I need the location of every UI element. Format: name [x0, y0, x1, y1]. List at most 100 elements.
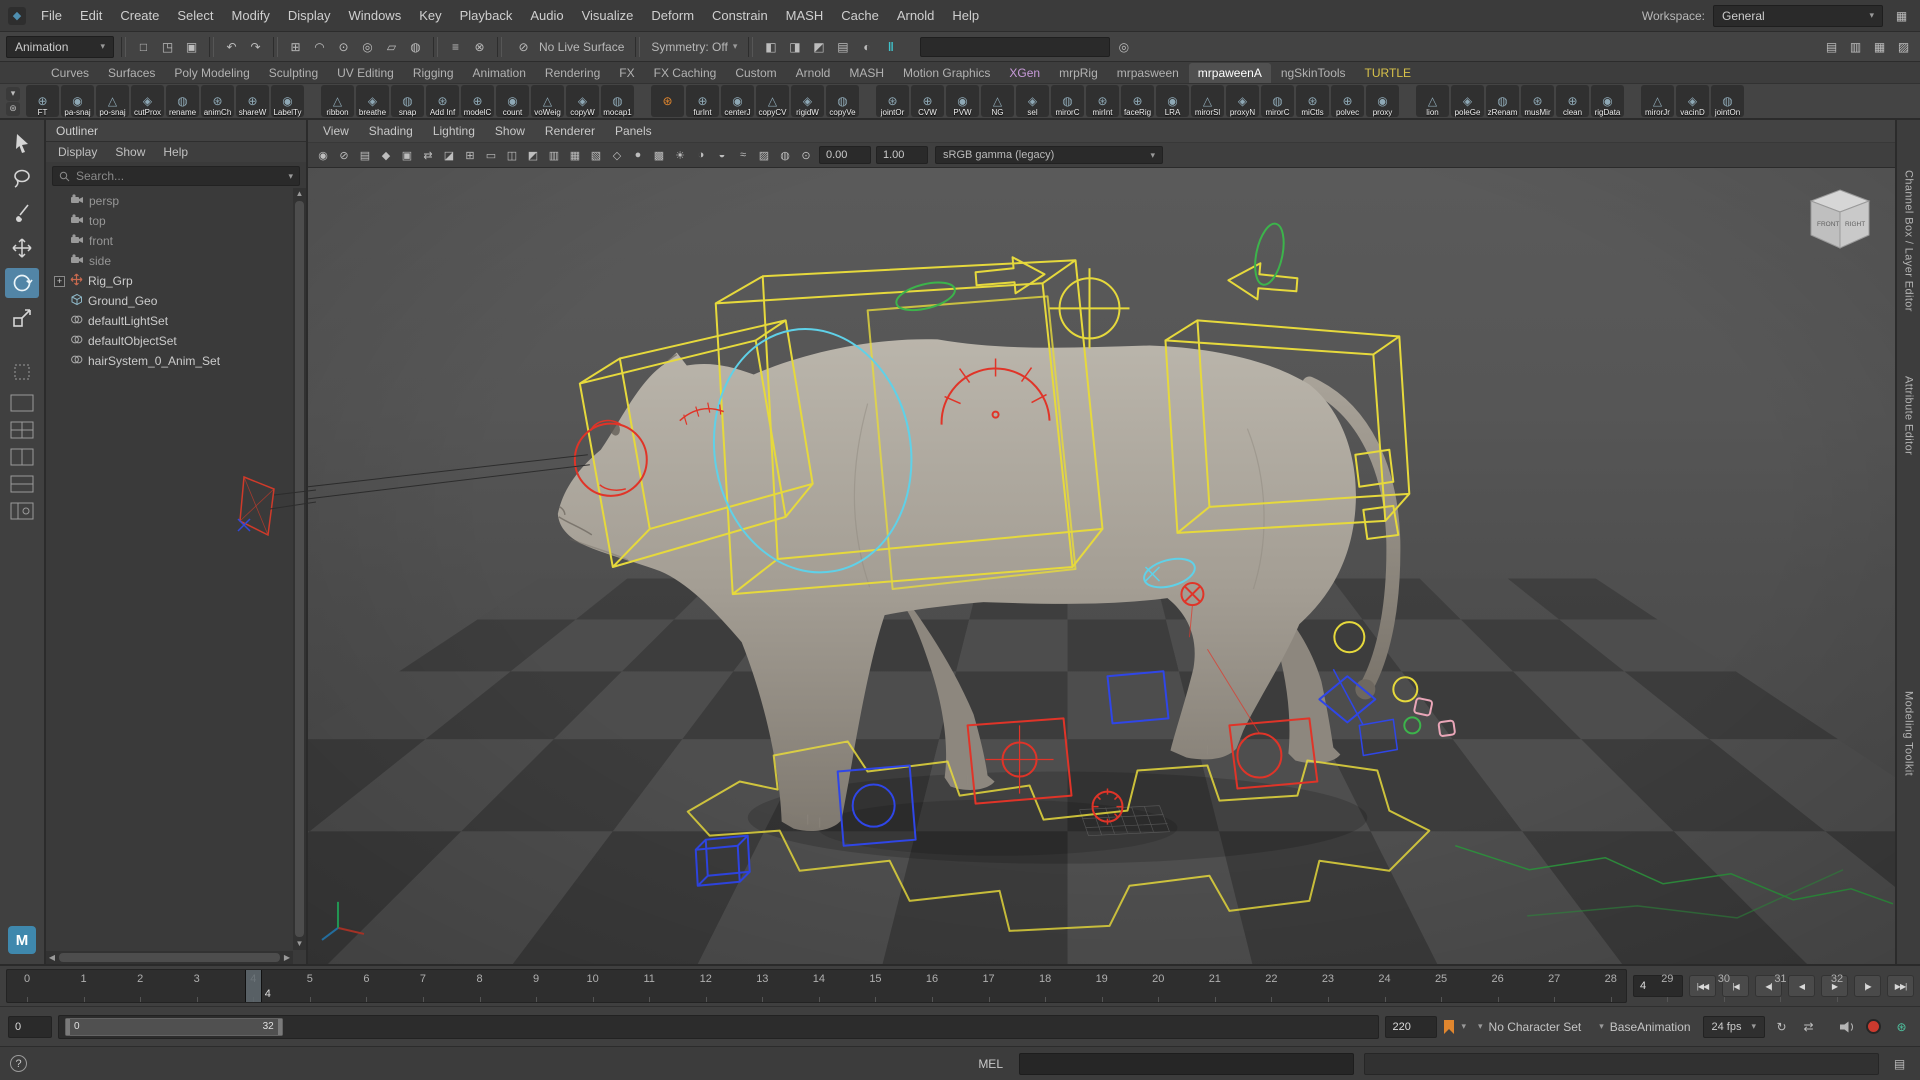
shelf-item-modelc[interactable]: ⊕modelC	[461, 85, 494, 117]
anim-layer-selector[interactable]: ▾ BaseAnimation	[1593, 1020, 1696, 1034]
last-tool-slot[interactable]	[5, 357, 39, 387]
shelf-item-animch[interactable]: ⊛animCh	[201, 85, 234, 117]
scroll-right-icon[interactable]: ▶	[281, 952, 293, 964]
redo-icon[interactable]: ↷	[245, 36, 266, 57]
shelf-item-labelty[interactable]: ◉LabelTy	[271, 85, 304, 117]
range-slider-bar[interactable]: 0 32	[65, 1018, 283, 1036]
shelf-item-zrenam[interactable]: ◍zRenam	[1486, 85, 1519, 117]
select-by-name-icon[interactable]: ◎	[1113, 36, 1134, 57]
shelf-item-swirl[interactable]: ⊛	[651, 85, 684, 117]
construction-history-icon[interactable]: ≡	[445, 36, 466, 57]
shelf-item-polvec[interactable]: ⊕polvec	[1331, 85, 1364, 117]
list-input-connections-icon[interactable]: ⊗	[469, 36, 490, 57]
viewport-menu-lighting[interactable]: Lighting	[424, 122, 484, 140]
shelf-item-mirorc[interactable]: ◍mirorC	[1261, 85, 1294, 117]
menu-create[interactable]: Create	[111, 4, 168, 27]
shelf-tab-menu-icon[interactable]: ▾	[6, 87, 20, 101]
select-by-name-input[interactable]	[920, 37, 1110, 57]
shelf-item-rigidw[interactable]: ◈rigidW	[791, 85, 824, 117]
toggle-attribute-editor-icon[interactable]: ▤	[1821, 36, 1842, 57]
grease-pencil-icon[interactable]: ◪	[439, 145, 459, 165]
smooth-shade-all-icon[interactable]: ●	[628, 145, 648, 165]
layout-four-pane[interactable]	[8, 419, 36, 441]
multisample-aa-icon[interactable]: ▨	[754, 145, 774, 165]
shelf-item-count[interactable]: ◉count	[496, 85, 529, 117]
snap-to-projected-center-icon[interactable]: ◎	[357, 36, 378, 57]
shadows-icon[interactable]: ◑	[691, 145, 711, 165]
screen-space-ao-icon[interactable]: ◒	[712, 145, 732, 165]
menu-select[interactable]: Select	[168, 4, 222, 27]
character-set-selector[interactable]: ▾ No Character Set	[1472, 1020, 1587, 1034]
shelf-tab-ngskintools[interactable]: ngSkinTools	[1272, 63, 1355, 83]
menu-display[interactable]: Display	[279, 4, 340, 27]
menu-mash[interactable]: MASH	[777, 4, 833, 27]
workspace-selector[interactable]: General ▾	[1713, 5, 1883, 27]
hypershade-icon[interactable]: ◐	[856, 36, 877, 57]
camera-attributes-icon[interactable]: ▤	[355, 145, 375, 165]
shelf-item-vacind[interactable]: ◈vacinD	[1676, 85, 1709, 117]
outliner-search[interactable]: Search... ▾	[52, 166, 300, 186]
shelf-tab-rigging[interactable]: Rigging	[404, 63, 463, 83]
shelf-item-copyw[interactable]: ◈copyW	[566, 85, 599, 117]
select-camera-icon[interactable]: ◉	[313, 145, 333, 165]
save-scene-icon[interactable]: ▣	[181, 36, 202, 57]
shelf-tab-rendering[interactable]: Rendering	[536, 63, 609, 83]
shelf-item-mirint[interactable]: ⊛mirInt	[1086, 85, 1119, 117]
outliner-item-front[interactable]: front	[50, 231, 292, 251]
shelf-tab-fx-caching[interactable]: FX Caching	[645, 63, 726, 83]
character-set-menu-icon[interactable]: ▾	[1461, 1021, 1466, 1032]
shelf-tab-xgen[interactable]: XGen	[1000, 63, 1049, 83]
outliner-menu-help[interactable]: Help	[155, 143, 196, 161]
pause-viewport-icon[interactable]: ‖	[880, 36, 901, 57]
bookmark-icon[interactable]	[1443, 1019, 1455, 1035]
shelf-tab-fx[interactable]: FX	[610, 63, 643, 83]
animation-preferences-icon[interactable]: ⊛	[1891, 1016, 1912, 1037]
shelf-item-furint[interactable]: ⊕furInt	[686, 85, 719, 117]
workspace-grid-icon[interactable]: ▦	[1891, 5, 1912, 26]
no-live-surface-icon[interactable]: ⊘	[513, 36, 534, 57]
shelf-item-cvw[interactable]: ⊕CVW	[911, 85, 944, 117]
shelf-tab-mrpaweena[interactable]: mrpaweenA	[1189, 63, 1271, 83]
playback-pingpong-icon[interactable]: ⇄	[1798, 1016, 1819, 1037]
paint-select-tool[interactable]	[5, 198, 39, 228]
shelf-item-copycv[interactable]: △copyCV	[756, 85, 789, 117]
undo-icon[interactable]: ↶	[221, 36, 242, 57]
menu-set-selector[interactable]: Animation ▾	[6, 36, 114, 58]
shelf-tab-mash[interactable]: MASH	[840, 63, 893, 83]
viewcube-right-label[interactable]: RIGHT	[1845, 221, 1865, 228]
viewport-menu-show[interactable]: Show	[486, 122, 534, 140]
safe-action-icon[interactable]: ▦	[565, 145, 585, 165]
command-line-input[interactable]	[1019, 1053, 1354, 1075]
menu-modify[interactable]: Modify	[223, 4, 279, 27]
step-forward-key-button[interactable]: |▶	[1854, 975, 1881, 997]
scale-tool[interactable]	[5, 303, 39, 333]
tab-modeling-toolkit[interactable]: Modeling Toolkit	[1903, 691, 1915, 776]
shelf-tab-animation[interactable]: Animation	[464, 63, 535, 83]
menu-edit[interactable]: Edit	[71, 4, 111, 27]
exposure-field[interactable]: 0.00	[819, 146, 871, 164]
snap-to-view-planes-icon[interactable]: ▱	[381, 36, 402, 57]
animation-start-field[interactable]: 0	[8, 1016, 52, 1038]
outliner-vscrollbar[interactable]: ▲ ▼	[293, 188, 306, 950]
colorspace-selector[interactable]: sRGB gamma (legacy) ▾	[935, 146, 1163, 164]
menu-windows[interactable]: Windows	[339, 4, 410, 27]
toggle-outliner-icon[interactable]: ▨	[1893, 36, 1914, 57]
scroll-left-icon[interactable]: ◀	[46, 952, 58, 964]
shelf-item-mictls[interactable]: ⊛miCtls	[1296, 85, 1329, 117]
use-all-lights-icon[interactable]: ☀	[670, 145, 690, 165]
field-chart-icon[interactable]: ▥	[544, 145, 564, 165]
render-settings-icon[interactable]: ▤	[832, 36, 853, 57]
shelf-tab-poly-modeling[interactable]: Poly Modeling	[165, 63, 258, 83]
shelf-item-rename[interactable]: ◍rename	[166, 85, 199, 117]
shelf-item-proxy[interactable]: ◉proxy	[1366, 85, 1399, 117]
select-tool[interactable]	[5, 128, 39, 158]
current-time-marker[interactable]: 4	[245, 970, 262, 1002]
symmetry-selector[interactable]: Symmetry: Off▾	[647, 40, 741, 54]
layout-outliner-persp[interactable]	[8, 500, 36, 522]
shelf-tab-mrprig[interactable]: mrpRig	[1050, 63, 1107, 83]
viewport-menu-view[interactable]: View	[314, 122, 358, 140]
filter-caret-icon[interactable]: ▾	[288, 171, 293, 182]
shelf-item-mirorsl[interactable]: △mirorSl	[1191, 85, 1224, 117]
range-slider-track[interactable]: 0 32	[58, 1015, 1379, 1039]
shelf-item-musmir[interactable]: ⊛musMir	[1521, 85, 1554, 117]
